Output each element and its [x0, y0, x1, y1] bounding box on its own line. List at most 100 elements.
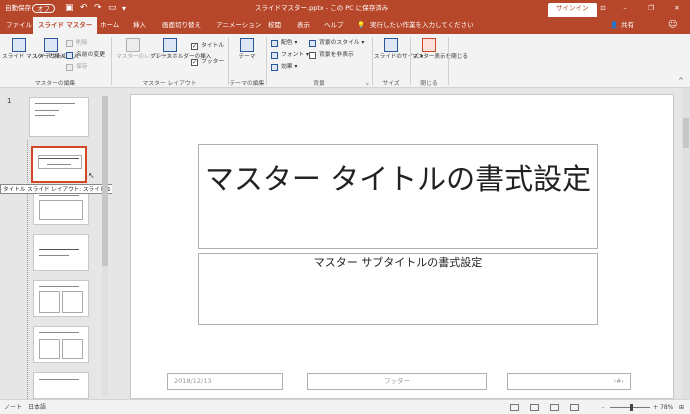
status-view-label: ノート	[4, 404, 23, 411]
preserve-button[interactable]: 保存	[66, 63, 88, 72]
effects-icon	[271, 64, 278, 71]
zoom-out-button[interactable]: -	[602, 400, 604, 414]
undo-icon[interactable]: ↶	[80, 0, 88, 17]
autosave-toggle[interactable]: オフ	[32, 4, 55, 13]
thumbnail-title-box	[38, 155, 82, 169]
thumbnail-scrollbar[interactable]	[102, 96, 108, 396]
slide-master-thumbnail[interactable]	[29, 97, 89, 137]
tell-me-search[interactable]: 実行したい作業を入力してください	[370, 17, 505, 34]
save-icon[interactable]: ▣	[65, 0, 74, 17]
group-close-label: 閉じる	[420, 81, 438, 87]
font-icon	[271, 52, 278, 59]
subtitle-placeholder[interactable]: マスター サブタイトルの書式設定	[198, 253, 598, 325]
rename-icon	[66, 52, 73, 59]
group-edit-theme: テーマ テーマの編集	[229, 34, 265, 88]
footer-placeholder[interactable]: フッター	[307, 373, 487, 390]
rename-button[interactable]: 名前の変更	[66, 51, 105, 60]
slide-sorter-icon[interactable]	[530, 400, 539, 414]
redo-icon[interactable]: ↷	[94, 0, 102, 17]
dialog-launcher-icon[interactable]: ↘	[365, 81, 369, 87]
title-placeholder[interactable]: マスター タイトルの書式設定	[198, 144, 598, 249]
tab-animations[interactable]: アニメーション	[216, 17, 261, 34]
hide-background-check-icon	[309, 52, 316, 59]
tab-home[interactable]: ホーム	[100, 17, 119, 34]
effects-button[interactable]: 効果 ▾	[271, 63, 297, 72]
group-size: スライドのサイズ ▾ サイズ	[373, 34, 423, 88]
normal-view-icon[interactable]	[510, 400, 519, 414]
delete-icon	[66, 40, 73, 47]
thumbnail-title-line	[39, 332, 79, 333]
slideshow-view-icon[interactable]	[570, 400, 579, 414]
tab-slide-master[interactable]: スライド マスター	[33, 17, 98, 34]
hide-background-checkbox[interactable]: 背景を非表示	[309, 51, 354, 60]
tab-review[interactable]: 校閲	[268, 17, 281, 34]
background-styles-button[interactable]: 背景のスタイル ▾	[309, 39, 364, 48]
group-background-label: 背景	[313, 81, 325, 87]
tab-file[interactable]: ファイル	[6, 17, 32, 34]
group-theme-label: テーマの編集	[229, 81, 265, 87]
smiley-icon[interactable]: ☺	[668, 17, 677, 34]
mouse-cursor-icon: ↖	[88, 171, 95, 180]
powerpoint-window: 自動保存 オフ ▣ ↶ ↷ ▭ ▾ スライドマスター.pptx - この PC …	[0, 0, 690, 414]
zoom-level[interactable]: 78%	[660, 400, 673, 414]
minimize-icon[interactable]: –	[612, 0, 638, 17]
delete-button[interactable]: 削除	[66, 39, 88, 48]
zoom-slider-handle[interactable]	[630, 404, 633, 411]
fonts-button[interactable]: フォント ▾	[271, 51, 309, 60]
master-layout-icon	[126, 38, 140, 52]
footer-checkbox[interactable]: ✓ フッター	[191, 58, 224, 67]
effects-label: 効果	[281, 64, 293, 70]
slide-size-button[interactable]: スライドのサイズ ▾	[374, 36, 423, 61]
background-styles-label: 背景のスタイル	[319, 40, 360, 46]
themes-button[interactable]: テーマ	[230, 36, 264, 61]
maximize-icon[interactable]: ❐	[638, 0, 664, 17]
layout-thumbnail[interactable]	[33, 372, 89, 399]
zoom-in-button[interactable]: +	[653, 400, 658, 414]
pin-icon	[66, 64, 73, 71]
tab-view[interactable]: 表示	[297, 17, 310, 34]
autosave-label: 自動保存	[5, 4, 31, 12]
layout-thumbnail[interactable]	[33, 326, 89, 363]
thumbnail-scrollbar-thumb[interactable]	[102, 96, 108, 266]
group-edit-master-label: マスターの編集	[34, 81, 76, 87]
slide-canvas: マスター タイトルの書式設定 マスター サブタイトルの書式設定 2018/12/…	[130, 94, 674, 399]
tab-help[interactable]: ヘルプ	[324, 17, 344, 34]
thumbnail-text-line	[35, 110, 59, 111]
collapse-ribbon-icon[interactable]: ^	[678, 77, 684, 85]
themes-label: テーマ	[238, 54, 256, 60]
language-indicator[interactable]: 日本語	[28, 400, 46, 414]
layout-thumbnail[interactable]	[33, 280, 89, 317]
footer-checkbox-label: フッター	[201, 59, 225, 65]
share-button[interactable]: 共有	[621, 17, 634, 34]
colors-button[interactable]: 配色 ▾	[271, 39, 297, 48]
layout-thumbnail-title-slide[interactable]	[31, 146, 87, 183]
close-icon[interactable]: ✕	[664, 0, 690, 17]
date-placeholder[interactable]: 2018/12/13	[167, 373, 283, 390]
insert-slide-master-button[interactable]: スライド マスターの挿入	[2, 36, 65, 61]
thumbnail-text-line	[35, 115, 55, 116]
master-layout-button[interactable]: マスターのレイアウト	[116, 36, 172, 61]
ribbon: スライド マスターの挿入 レイアウトの挿入 削除 名前の変更 保存 マスターの編…	[0, 34, 690, 88]
thumbnail-content-box	[39, 291, 60, 313]
editor-scrollbar-thumb[interactable]	[683, 118, 689, 148]
slide-number-placeholder[interactable]: ‹#›	[507, 373, 631, 390]
group-close: マスター表示を閉じる 閉じる	[411, 34, 468, 88]
layout-thumbnail[interactable]	[33, 234, 89, 271]
group-master-layout-label: マスター レイアウト	[142, 81, 197, 87]
palette-icon	[271, 40, 278, 47]
close-master-view-button[interactable]: マスター表示を閉じる	[412, 36, 468, 61]
start-slideshow-icon[interactable]: ▭	[108, 0, 117, 17]
tab-transitions[interactable]: 画面切り替え	[162, 17, 201, 34]
insert-layout-button[interactable]: レイアウトの挿入	[34, 36, 79, 61]
thumbnail-pane: 1 ↖	[0, 88, 112, 399]
insert-placeholder-button[interactable]: プレースホルダーの挿入	[150, 36, 211, 61]
tab-insert[interactable]: 挿入	[133, 17, 146, 34]
group-master-layout: マスターのレイアウト プレースホルダーの挿入 ✓ タイトル ✓ フッター マスター …	[112, 34, 227, 88]
title-checkbox[interactable]: ✓ タイトル	[191, 42, 224, 51]
customize-qat-icon[interactable]: ▾	[122, 0, 126, 17]
fit-slide-icon[interactable]: ⊞	[679, 400, 684, 414]
reading-view-icon[interactable]	[550, 400, 559, 414]
thumbnail-content-box	[39, 339, 60, 359]
editor-scrollbar[interactable]	[682, 88, 690, 399]
ribbon-tabs: ファイル スライド マスター ホーム 挿入 画面切り替え アニメーション 校閲 …	[0, 17, 690, 34]
